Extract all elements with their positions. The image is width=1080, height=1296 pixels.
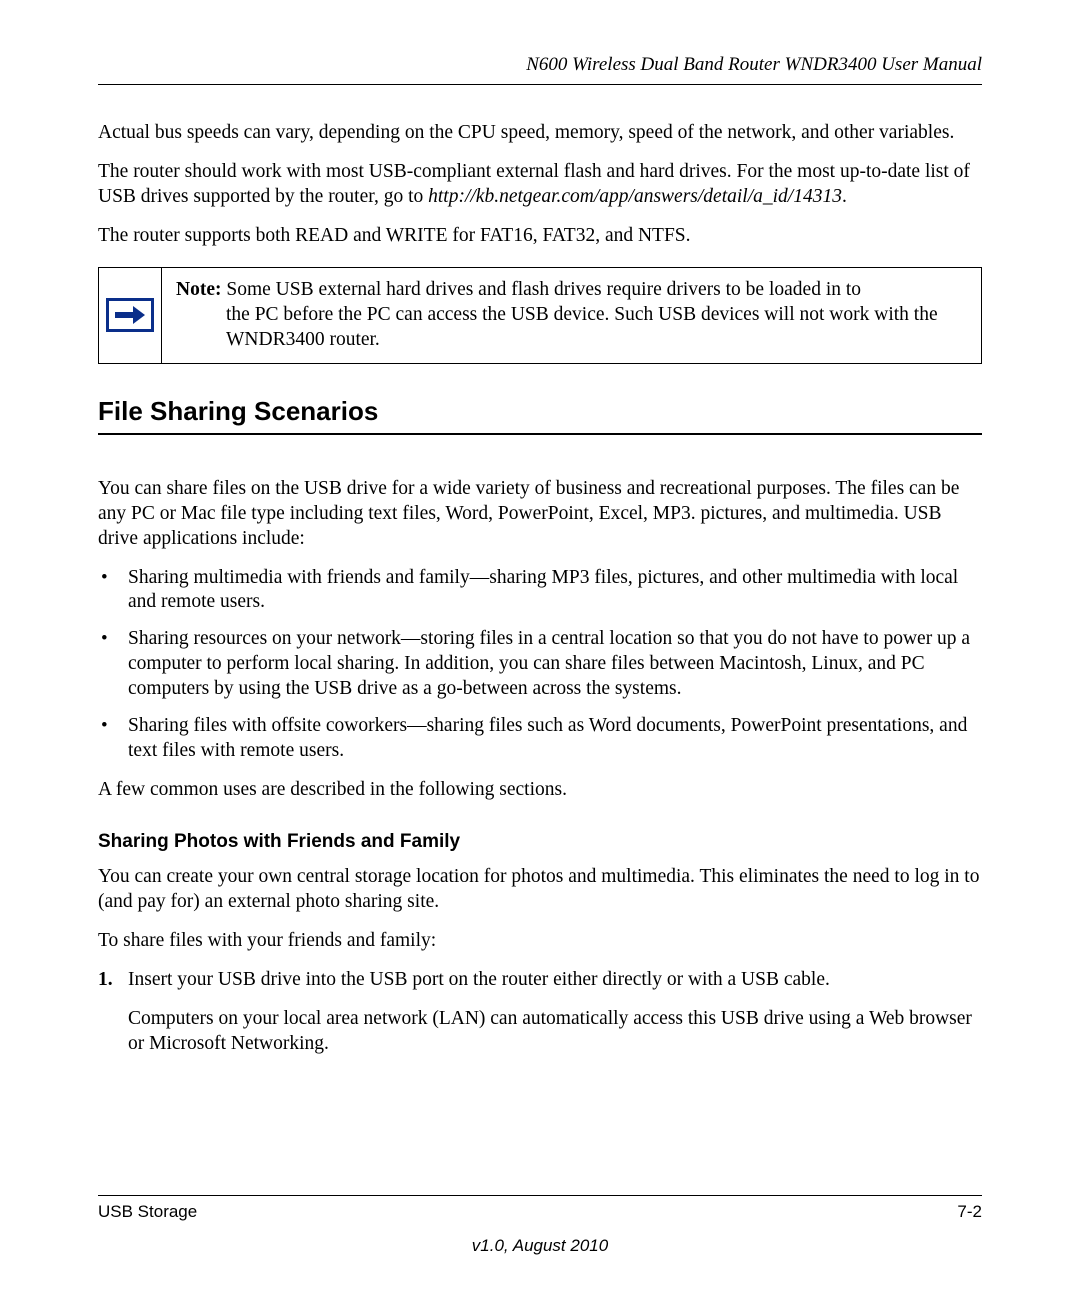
list-item: Sharing files with offsite coworkers—sha… (98, 714, 982, 764)
step-subtext: Computers on your local area network (LA… (128, 1007, 982, 1057)
bullet-list: Sharing multimedia with friends and fami… (98, 566, 982, 765)
arrow-right-icon (106, 298, 154, 332)
note-callout: Note: Some USB external hard drives and … (98, 267, 982, 364)
footer-line: USB Storage 7-2 (98, 1195, 982, 1222)
note-icon-wrap (99, 268, 161, 363)
page-footer: USB Storage 7-2 v1.0, August 2010 (98, 1195, 982, 1256)
body-paragraph: A few common uses are described in the f… (98, 778, 982, 803)
list-item: Sharing resources on your network—storin… (98, 627, 982, 702)
section-heading: File Sharing Scenarios (98, 396, 982, 435)
footer-page-number: 7-2 (957, 1202, 982, 1222)
list-item: Sharing multimedia with friends and fami… (98, 566, 982, 616)
footer-version: v1.0, August 2010 (98, 1236, 982, 1256)
header-title: N600 Wireless Dual Band Router WNDR3400 … (526, 54, 982, 75)
body-paragraph: You can create your own central storage … (98, 865, 982, 915)
body-paragraph: Actual bus speeds can vary, depending on… (98, 121, 982, 146)
text-fragment: . (842, 186, 847, 207)
step-number: 1. (98, 968, 113, 993)
list-item: 1. Insert your USB drive into the USB po… (98, 968, 982, 1057)
body-paragraph: The router supports both READ and WRITE … (98, 224, 982, 249)
note-line: Some USB external hard drives and flash … (221, 279, 861, 300)
note-label: Note: (176, 279, 221, 300)
note-text: Note: Some USB external hard drives and … (161, 268, 981, 363)
step-text: Insert your USB drive into the USB port … (128, 969, 830, 990)
footer-section-name: USB Storage (98, 1202, 197, 1222)
url-text: http://kb.netgear.com/app/answers/detail… (428, 186, 842, 207)
subsection-heading: Sharing Photos with Friends and Family (98, 831, 982, 853)
body-paragraph: You can share files on the USB drive for… (98, 477, 982, 552)
ordered-list: 1. Insert your USB drive into the USB po… (98, 968, 982, 1057)
body-paragraph: The router should work with most USB-com… (98, 160, 982, 210)
body-paragraph: To share files with your friends and fam… (98, 929, 982, 954)
page-header: N600 Wireless Dual Band Router WNDR3400 … (98, 54, 982, 85)
note-line: the PC before the PC can access the USB … (176, 303, 967, 353)
